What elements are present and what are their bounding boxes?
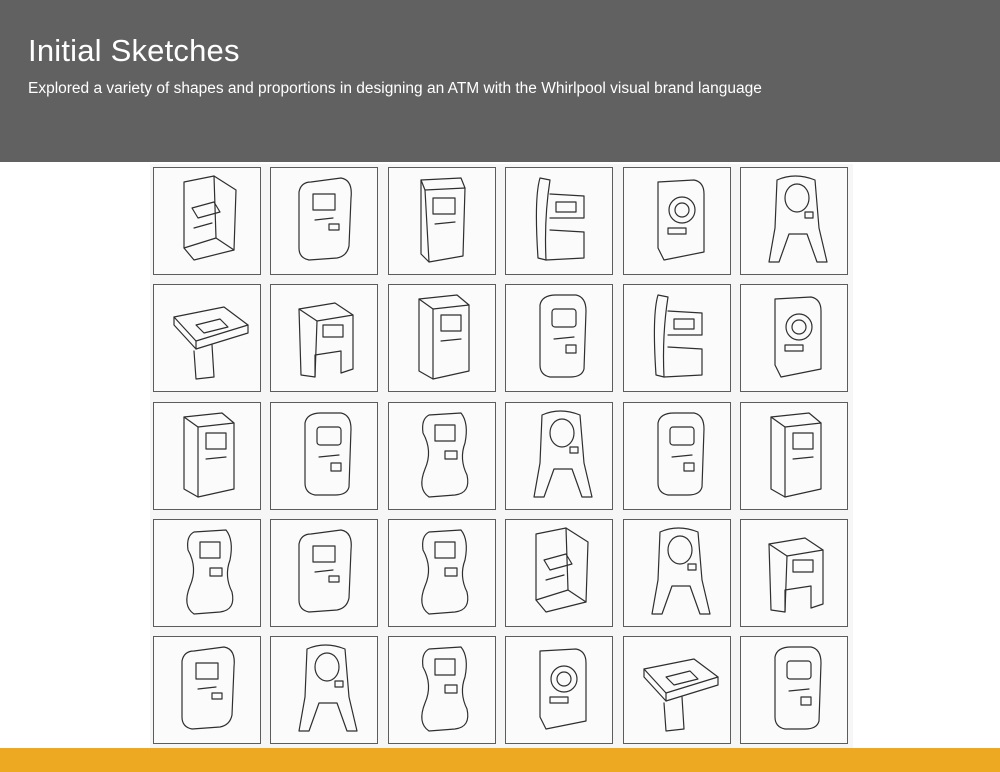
atm-sketch-16 bbox=[505, 401, 614, 510]
atm-sketch-4 bbox=[505, 167, 614, 275]
atm-sketch-drawing bbox=[770, 411, 822, 498]
atm-sketch-19 bbox=[153, 518, 261, 627]
atm-sketch-13 bbox=[153, 401, 261, 510]
atm-sketch-1 bbox=[153, 167, 261, 275]
atm-sketch-23 bbox=[622, 518, 731, 627]
atm-sketch-drawing bbox=[298, 529, 353, 613]
atm-sketch-drawing bbox=[656, 411, 705, 496]
footer-bar bbox=[0, 748, 1000, 772]
atm-sketch-drawing bbox=[421, 646, 469, 732]
atm-sketch-drawing bbox=[774, 296, 822, 378]
atm-sketch-drawing bbox=[181, 646, 235, 730]
atm-sketch-24 bbox=[740, 518, 848, 627]
atm-sketch-drawing bbox=[533, 409, 593, 498]
atm-sketch-drawing bbox=[535, 527, 589, 613]
atm-sketch-26 bbox=[270, 636, 379, 745]
atm-sketch-30 bbox=[740, 636, 848, 745]
atm-sketch-drawing bbox=[421, 529, 469, 615]
atm-sketch-drawing bbox=[768, 537, 824, 613]
atm-sketch-drawing bbox=[183, 411, 235, 498]
atm-sketch-5 bbox=[622, 167, 731, 275]
sketch-sheet bbox=[150, 164, 853, 748]
atm-sketch-29 bbox=[622, 636, 731, 745]
atm-sketch-2 bbox=[270, 167, 379, 275]
atm-sketch-drawing bbox=[539, 648, 587, 730]
atm-sketch-drawing bbox=[418, 294, 470, 380]
atm-sketch-11 bbox=[622, 284, 731, 393]
atm-sketch-drawing bbox=[186, 529, 234, 615]
atm-sketch-14 bbox=[270, 401, 379, 510]
atm-sketch-12 bbox=[740, 284, 848, 393]
atm-sketch-17 bbox=[622, 401, 731, 510]
atm-sketch-drawing bbox=[642, 658, 719, 732]
atm-sketch-6 bbox=[740, 167, 848, 275]
atm-sketch-drawing bbox=[650, 527, 711, 615]
atm-sketch-drawing bbox=[183, 175, 237, 261]
atm-sketch-18 bbox=[740, 401, 848, 510]
atm-sketch-20 bbox=[270, 518, 379, 627]
atm-sketch-drawing bbox=[539, 294, 587, 378]
atm-sketch-drawing bbox=[768, 175, 828, 263]
atm-sketch-drawing bbox=[298, 644, 358, 732]
atm-sketch-drawing bbox=[420, 177, 466, 263]
atm-sketch-25 bbox=[153, 636, 261, 745]
page-subtitle: Explored a variety of shapes and proport… bbox=[28, 80, 762, 97]
atm-sketch-drawing bbox=[298, 177, 353, 261]
atm-sketch-22 bbox=[505, 518, 614, 627]
atm-sketch-drawing bbox=[653, 294, 703, 378]
atm-sketch-9 bbox=[387, 284, 496, 393]
atm-sketch-drawing bbox=[656, 179, 705, 261]
page-title: Initial Sketches bbox=[28, 33, 240, 68]
atm-sketch-3 bbox=[387, 167, 496, 275]
atm-sketch-drawing bbox=[774, 646, 822, 730]
header-banner: Initial Sketches Explored a variety of s… bbox=[0, 0, 1000, 162]
atm-sketch-27 bbox=[387, 636, 496, 745]
atm-sketch-7 bbox=[153, 284, 261, 393]
atm-sketch-drawing bbox=[304, 411, 352, 496]
atm-sketch-drawing bbox=[298, 302, 354, 378]
atm-sketch-drawing bbox=[173, 306, 249, 380]
atm-sketch-15 bbox=[387, 401, 496, 510]
atm-sketch-8 bbox=[270, 284, 379, 393]
atm-sketch-28 bbox=[505, 636, 614, 745]
atm-sketch-drawing bbox=[421, 411, 469, 498]
atm-sketch-drawing bbox=[536, 177, 585, 261]
atm-sketch-21 bbox=[387, 518, 496, 627]
atm-sketch-10 bbox=[505, 284, 614, 393]
